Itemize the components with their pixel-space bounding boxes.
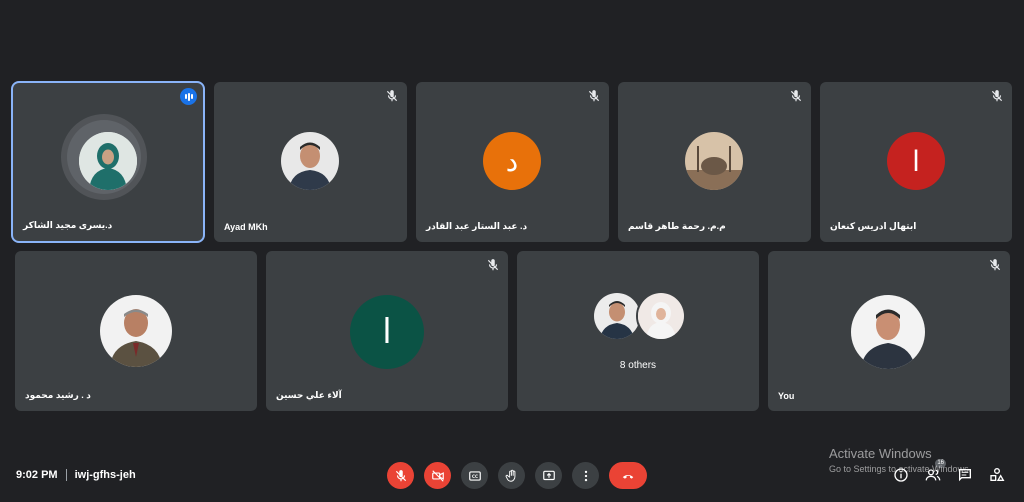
participant-name: د. عبد الستار عبد القادر (426, 221, 528, 231)
participant-avatar (685, 132, 743, 190)
present-screen-icon (542, 470, 555, 480)
participant-avatar: ا (887, 132, 945, 190)
people-count-badge: 16 (935, 459, 946, 468)
meeting-info: 9:02 PM iwj-gfhs-jeh (16, 469, 136, 481)
mic-off-icon (790, 90, 802, 102)
photo-man-icon (281, 132, 339, 190)
captions-icon: CC (468, 470, 481, 481)
others-tile[interactable]: 8 others (517, 251, 759, 411)
camera-off-icon (431, 469, 444, 482)
raise-hand-button[interactable] (498, 462, 525, 489)
people-icon (925, 469, 941, 481)
participant-avatar (100, 295, 172, 367)
participant-avatar (851, 295, 925, 369)
participant-name: You (778, 391, 795, 401)
participant-name: د.يسرى مجيد الشاكر (23, 220, 113, 230)
mic-toggle-button[interactable] (387, 462, 414, 489)
call-controls: CC (387, 462, 647, 489)
mic-off-icon (588, 90, 600, 102)
participant-tile[interactable]: د . رشيد محمود (15, 251, 257, 411)
participant-tile[interactable]: You (768, 251, 1010, 411)
photo-man-icon (594, 293, 640, 339)
participant-avatar (636, 291, 686, 341)
chat-button[interactable] (956, 466, 974, 484)
participant-avatar (592, 291, 642, 341)
avatar-initial: ا (912, 144, 920, 178)
speaking-indicator-icon (180, 88, 197, 105)
participant-tile[interactable]: م.م. رحمة طاهر قاسم (618, 82, 811, 242)
photo-man-icon (851, 295, 925, 369)
avatar-initial: د (505, 144, 519, 178)
more-vert-icon (584, 470, 587, 481)
participant-name: م.م. رحمة طاهر قاسم (628, 221, 726, 231)
photo-older-man-icon (100, 295, 172, 367)
participant-tile[interactable]: د.يسرى مجيد الشاكر (13, 83, 203, 241)
meeting-code[interactable]: iwj-gfhs-jeh (75, 469, 136, 481)
info-icon (894, 468, 908, 482)
participant-avatar (79, 132, 137, 190)
phone-hangup-icon (622, 474, 634, 479)
meeting-details-button[interactable] (892, 466, 910, 484)
participant-avatar (281, 132, 339, 190)
mic-off-icon (487, 259, 499, 271)
people-button[interactable]: 16 (924, 459, 946, 484)
participant-avatar: ا (350, 295, 424, 369)
watermark-title: Activate Windows (829, 446, 932, 461)
hand-icon (505, 469, 515, 482)
present-button[interactable] (535, 462, 562, 489)
leave-call-button[interactable] (609, 462, 647, 489)
activities-shapes-icon (990, 468, 1005, 481)
meeting-time: 9:02 PM (16, 469, 58, 481)
mic-off-icon (395, 469, 406, 481)
participant-name: Ayad MKh (224, 222, 268, 232)
meet-stage: د.يسرى مجيد الشاكر Ayad MKh د د. عبد الس… (0, 0, 1024, 502)
captions-button[interactable]: CC (461, 462, 488, 489)
activities-button[interactable] (988, 466, 1006, 484)
mic-off-icon (991, 90, 1003, 102)
divider (65, 469, 67, 481)
participant-name: آلاء علي حسين (276, 390, 342, 400)
avatar-initial: ا (382, 312, 392, 352)
photo-woman-hijab-icon (79, 132, 137, 190)
svg-text:CC: CC (472, 474, 478, 479)
camera-toggle-button[interactable] (424, 462, 451, 489)
participant-tile[interactable]: ا آلاء علي حسين (266, 251, 508, 411)
more-options-button[interactable] (572, 462, 599, 489)
mic-off-icon (989, 259, 1001, 271)
participant-tile[interactable]: ا ابتهال ادريس كنعان (820, 82, 1012, 242)
participant-name: د . رشيد محمود (25, 390, 91, 400)
chat-icon (959, 469, 971, 482)
mic-off-icon (386, 90, 398, 102)
participant-name: ابتهال ادريس كنعان (830, 221, 917, 231)
others-label: 8 others (619, 360, 657, 371)
participant-tile[interactable]: Ayad MKh (214, 82, 407, 242)
photo-mosque-icon (685, 132, 743, 190)
side-panel-controls: 16 (892, 459, 1006, 484)
participant-avatar: د (483, 132, 541, 190)
participant-tile[interactable]: د د. عبد الستار عبد القادر (416, 82, 609, 242)
photo-woman-hijab-icon (638, 293, 684, 339)
